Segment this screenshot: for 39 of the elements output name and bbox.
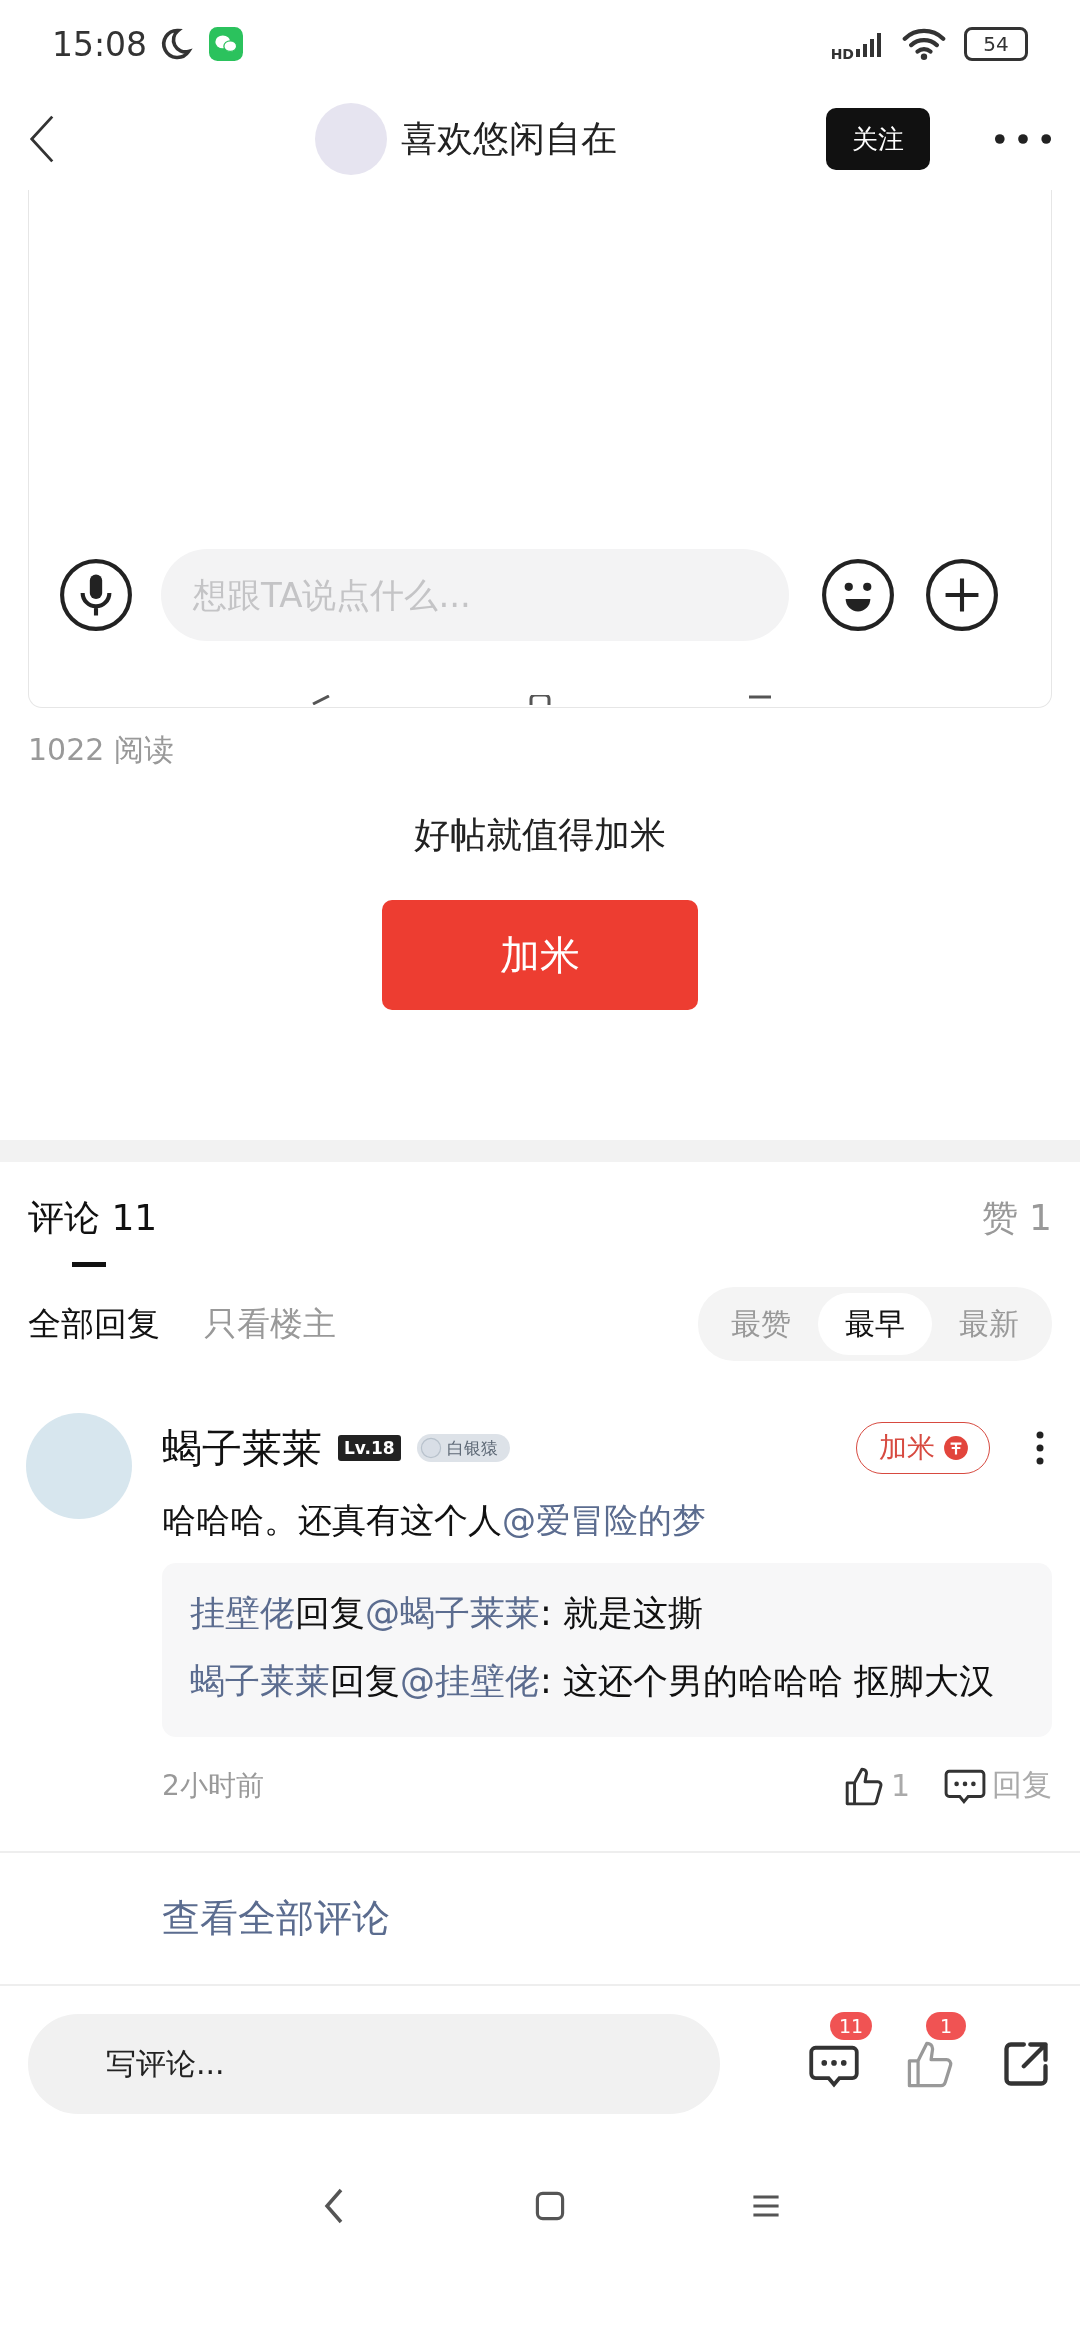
chat-app-icon: [209, 27, 244, 61]
status-time: 15:08: [52, 24, 148, 64]
mention-link[interactable]: @挂壁佬: [400, 1660, 540, 1701]
mention-link[interactable]: @蝎子莱莱: [365, 1592, 540, 1633]
more-icon[interactable]: [1036, 1431, 1044, 1465]
microphone-icon: [59, 558, 133, 632]
reward-prompt: 好帖就值得加米: [413, 813, 667, 857]
user-link[interactable]: 蝎子莱莱: [190, 1660, 330, 1701]
filter-tab[interactable]: 全部回复: [28, 1301, 160, 1347]
comment-text: 哈哈哈。还真有这个人@爱冒险的梦: [162, 1499, 707, 1542]
level-badge: Lv.18: [338, 1435, 401, 1461]
like-count-badge: 1: [926, 2011, 966, 2040]
filter-tab[interactable]: 只看楼主: [204, 1301, 336, 1347]
comments-tab[interactable]: 评论 11: [28, 1194, 158, 1267]
battery-indicator: 54: [964, 27, 1028, 61]
sort-option[interactable]: 最赞: [704, 1293, 818, 1355]
rank-badge: 白银猿: [416, 1434, 510, 1462]
more-icon[interactable]: [994, 133, 1052, 145]
sort-option[interactable]: 最早: [818, 1293, 932, 1355]
wifi-icon: [902, 28, 946, 60]
reply-text: 蝎子莱莱回复@挂壁佬: 这还个男的哈哈哈 抠脚大汉: [190, 1659, 996, 1703]
reward-button[interactable]: 加米: [382, 900, 698, 1010]
reply-text: 挂壁佬回复@蝎子莱莱: 就是这撕: [190, 1591, 704, 1635]
mention-link[interactable]: @爱冒险的梦: [502, 1500, 706, 1540]
view-all-comments-link[interactable]: 查看全部评论: [162, 1895, 390, 1940]
comment-count-badge: 11: [830, 2011, 873, 2040]
comment-time: 2小时前: [162, 1767, 264, 1804]
commenter-name[interactable]: 蝎子莱莱: [162, 1420, 322, 1476]
author-name: 喜欢悠闲自在: [401, 116, 617, 161]
comments-tab[interactable]: 赞 1: [981, 1194, 1052, 1267]
user-link[interactable]: 挂壁佬: [190, 1592, 295, 1633]
network-label: HD: [830, 46, 854, 62]
comment-input[interactable]: 写评论...: [28, 2013, 720, 2114]
coin-icon: [943, 1435, 969, 1461]
plus-icon: [925, 558, 999, 632]
read-count: 1022 阅读: [27, 731, 175, 769]
follow-button[interactable]: 关注: [826, 108, 930, 170]
smiley-icon: [821, 558, 895, 632]
sort-option[interactable]: 最新: [932, 1293, 1046, 1355]
